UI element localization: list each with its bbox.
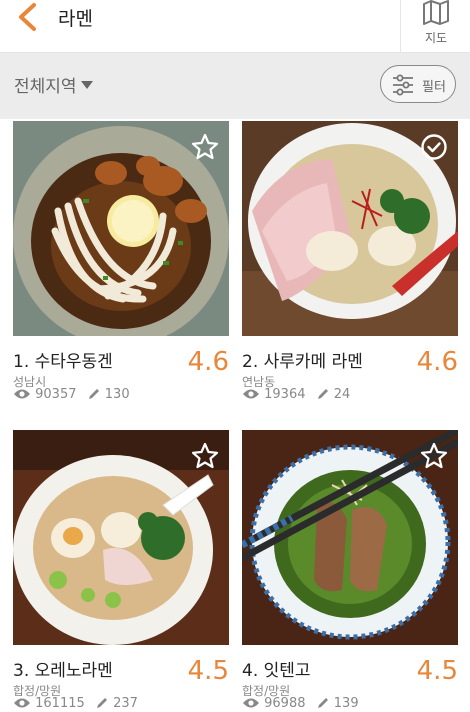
page-title: 라멘 (58, 8, 93, 30)
rating: 4.5 (187, 656, 229, 686)
check-circle-icon[interactable] (419, 132, 449, 162)
pencil-icon (88, 388, 99, 399)
restaurant-card[interactable]: 3. 오레노라멘 4.5 합정/망원 161115 237 (13, 430, 229, 712)
restaurant-photo[interactable] (242, 430, 458, 645)
rating: 4.6 (187, 347, 229, 377)
review-count: 237 (113, 696, 138, 711)
view-count: 161115 (35, 696, 85, 711)
back-icon[interactable] (14, 2, 44, 32)
top-bar: 라멘 지도 (0, 0, 470, 53)
restaurant-card[interactable]: 4. 잇텐고 4.5 합정/망원 96988 139 (242, 430, 458, 712)
map-button[interactable]: 지도 (400, 0, 470, 52)
restaurant-name[interactable]: 4. 잇텐고 (242, 656, 311, 681)
stats: 90357 130 (13, 387, 130, 402)
restaurant-name[interactable]: 3. 오레노라멘 (13, 656, 113, 681)
eye-icon (14, 698, 30, 707)
map-icon (423, 0, 449, 25)
pencil-icon (317, 388, 328, 399)
star-icon[interactable] (419, 441, 449, 471)
restaurant-photo[interactable] (13, 430, 229, 645)
restaurant-card[interactable]: 2. 사루카메 라멘 4.6 연남동 19364 24 (242, 121, 458, 411)
eye-icon (243, 389, 259, 398)
restaurant-photo[interactable] (242, 121, 458, 336)
stats: 161115 237 (13, 696, 138, 711)
region-label: 전체지역 (14, 77, 77, 97)
star-icon[interactable] (190, 132, 220, 162)
view-count: 96988 (264, 696, 306, 711)
filter-bar: 전체지역 필터 (0, 53, 470, 119)
restaurant-name[interactable]: 2. 사루카메 라멘 (242, 347, 363, 372)
rating: 4.6 (416, 347, 458, 377)
star-icon[interactable] (190, 441, 220, 471)
filter-button[interactable]: 필터 (380, 65, 456, 103)
restaurant-name[interactable]: 1. 수타우동겐 (13, 347, 113, 372)
review-count: 130 (104, 387, 130, 402)
restaurant-photo[interactable] (13, 121, 229, 336)
review-count: 139 (333, 696, 359, 711)
view-count: 90357 (35, 387, 77, 402)
eye-icon (14, 389, 30, 398)
filter-label: 필터 (422, 80, 446, 95)
sliders-icon (393, 74, 413, 96)
caret-down-icon (80, 81, 93, 89)
review-count: 24 (333, 387, 351, 402)
region-dropdown[interactable]: 전체지역 (14, 72, 93, 97)
pencil-icon (96, 697, 107, 708)
stats: 96988 139 (242, 696, 359, 711)
map-label: 지도 (424, 31, 448, 45)
view-count: 19364 (264, 387, 306, 402)
pencil-icon (317, 697, 328, 708)
rating: 4.5 (416, 656, 458, 686)
stats: 19364 24 (242, 387, 350, 402)
restaurant-card[interactable]: 1. 수타우동겐 4.6 성남시 90357 130 (13, 121, 229, 411)
eye-icon (243, 698, 259, 707)
